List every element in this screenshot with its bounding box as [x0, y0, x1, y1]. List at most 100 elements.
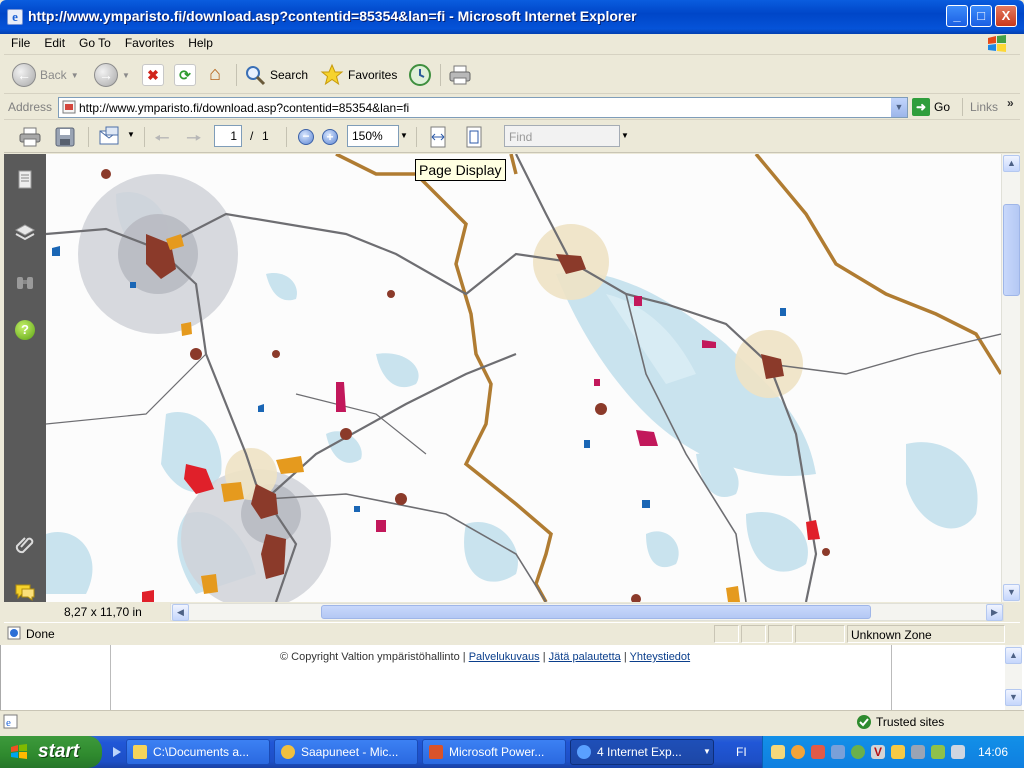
- stop-button[interactable]: ✖: [142, 62, 164, 88]
- antivirus-tray-icon[interactable]: V: [871, 745, 885, 759]
- address-input[interactable]: http://www.ymparisto.fi/download.asp?con…: [58, 97, 908, 118]
- language-indicator[interactable]: FI: [736, 745, 747, 759]
- menu-goto[interactable]: Go To: [72, 34, 118, 53]
- mail-tray-icon[interactable]: [771, 745, 785, 759]
- footer-separator: |: [542, 651, 546, 663]
- binoculars-icon[interactable]: [13, 270, 37, 294]
- menu-help[interactable]: Help: [181, 34, 220, 53]
- sync-tray-icon[interactable]: [851, 745, 865, 759]
- zoom-out-icon[interactable]: −: [298, 129, 314, 145]
- scroll-right-icon[interactable]: ▶: [986, 604, 1003, 621]
- horizontal-scrollbar[interactable]: ◀ ▶: [170, 603, 1004, 621]
- history-button[interactable]: [408, 62, 432, 88]
- powerpoint-icon: [429, 745, 443, 759]
- search-button[interactable]: Search: [244, 62, 308, 88]
- status-segment: [795, 625, 845, 643]
- quick-launch-icon[interactable]: [112, 746, 122, 758]
- go-button[interactable]: ➜ Go: [912, 98, 950, 116]
- bg-scroll-down-icon[interactable]: ▼: [1005, 689, 1022, 706]
- pdf-divider: [416, 127, 417, 147]
- layers-icon[interactable]: [13, 220, 37, 244]
- pdf-print-icon[interactable]: [18, 126, 42, 148]
- standard-toolbar: ← Back ▼ → ▼ ✖ ⟳ ⌂ Search Favorites: [4, 56, 1020, 94]
- prev-page-icon[interactable]: 🠔: [154, 126, 170, 156]
- forward-dropdown-icon[interactable]: ▼: [122, 71, 130, 80]
- help-icon[interactable]: ?: [15, 320, 35, 340]
- clock[interactable]: 14:06: [978, 745, 1008, 759]
- back-dropdown-icon[interactable]: ▼: [71, 71, 79, 80]
- taskbar-item-powerpoint[interactable]: Microsoft Power...: [422, 739, 566, 765]
- vertical-scrollbar[interactable]: ▲ ▼: [1001, 154, 1020, 602]
- forward-button[interactable]: → ▼: [94, 62, 130, 88]
- ie-page-icon: e: [3, 714, 18, 729]
- windows-taskbar: start C:\Documents a... Saapuneet - Mic.…: [0, 736, 1024, 768]
- search-label: Search: [270, 68, 309, 82]
- link-yhteystiedot[interactable]: Yhteystiedot: [630, 651, 691, 663]
- fit-page-icon[interactable]: [464, 126, 484, 148]
- close-button[interactable]: X: [995, 5, 1017, 27]
- network-tray-icon[interactable]: [831, 745, 845, 759]
- maximize-button[interactable]: □: [970, 5, 992, 27]
- taskbar-item-label: Microsoft Power...: [449, 745, 545, 759]
- pdf-divider: [144, 127, 145, 147]
- menu-edit[interactable]: Edit: [37, 34, 72, 53]
- attachment-paperclip-icon[interactable]: [13, 533, 37, 557]
- printer-tray-icon[interactable]: [911, 745, 925, 759]
- start-label: start: [38, 741, 80, 762]
- taskbar-item-outlook[interactable]: Saapuneet - Mic...: [274, 739, 418, 765]
- scroll-left-icon[interactable]: ◀: [172, 604, 189, 621]
- footer-separator: |: [623, 651, 627, 663]
- reminder-tray-icon[interactable]: [791, 745, 805, 759]
- zoom-dropdown-icon[interactable]: ▼: [400, 131, 408, 140]
- background-vertical-scrollbar[interactable]: ▲ ▼: [1005, 645, 1022, 710]
- refresh-button[interactable]: ⟳: [174, 62, 196, 88]
- status-segment: [741, 625, 766, 643]
- fit-width-icon[interactable]: [428, 126, 448, 148]
- start-button[interactable]: start: [0, 736, 102, 768]
- print-button[interactable]: [448, 62, 472, 88]
- back-button[interactable]: ← Back ▼: [12, 62, 79, 88]
- links-chevron-icon[interactable]: »: [1007, 96, 1014, 110]
- pdf-map-page[interactable]: [46, 154, 1001, 602]
- next-page-icon[interactable]: 🠖: [186, 126, 202, 156]
- find-input[interactable]: Find: [504, 125, 620, 147]
- taskbar-item-internet-explorer[interactable]: 4 Internet Exp... ▼: [570, 739, 714, 765]
- ie-app-icon[interactable]: e: [7, 9, 23, 25]
- address-dropdown-icon[interactable]: ▼: [890, 98, 907, 117]
- zoom-in-icon[interactable]: +: [322, 129, 338, 145]
- link-palvelukuvaus[interactable]: Palvelukuvaus: [469, 651, 540, 663]
- outlook-icon: [281, 745, 295, 759]
- trusted-check-icon: [857, 715, 871, 729]
- links-button[interactable]: Links: [970, 100, 998, 114]
- email-icon[interactable]: [98, 126, 124, 148]
- pdf-divider: [286, 127, 287, 147]
- title-bar: e http://www.ymparisto.fi/download.asp?c…: [0, 0, 1024, 34]
- home-button[interactable]: ⌂: [204, 62, 226, 88]
- history-icon: [409, 64, 431, 86]
- volume-tray-icon[interactable]: [951, 745, 965, 759]
- email-dropdown-icon[interactable]: ▼: [127, 130, 135, 139]
- bg-scroll-up-icon[interactable]: ▲: [1005, 647, 1022, 664]
- map-canvas: [46, 154, 1001, 602]
- favorites-button[interactable]: Favorites: [320, 62, 397, 88]
- link-jata-palautetta[interactable]: Jätä palautetta: [549, 651, 621, 663]
- bluetooth-tray-icon[interactable]: [891, 745, 905, 759]
- vertical-scroll-thumb[interactable]: [1003, 204, 1020, 296]
- find-dropdown-icon[interactable]: ▼: [621, 131, 629, 140]
- pdf-save-icon[interactable]: [54, 126, 76, 148]
- page-number-input[interactable]: 1: [214, 125, 242, 147]
- taskbar-item-label: 4 Internet Exp...: [597, 745, 682, 759]
- pages-icon[interactable]: [13, 168, 37, 192]
- scroll-down-icon[interactable]: ▼: [1003, 584, 1020, 601]
- address-bar: Address http://www.ymparisto.fi/download…: [4, 95, 1020, 120]
- comments-icon[interactable]: [13, 580, 37, 604]
- minimize-button[interactable]: _: [946, 5, 968, 27]
- security-tray-icon[interactable]: [811, 745, 825, 759]
- menu-favorites[interactable]: Favorites: [118, 34, 181, 53]
- update-tray-icon[interactable]: [931, 745, 945, 759]
- scroll-up-icon[interactable]: ▲: [1003, 155, 1020, 172]
- horizontal-scroll-thumb[interactable]: [321, 605, 871, 619]
- menu-file[interactable]: File: [4, 34, 37, 53]
- zoom-level-input[interactable]: 150%: [347, 125, 399, 147]
- taskbar-item-explorer[interactable]: C:\Documents a...: [126, 739, 270, 765]
